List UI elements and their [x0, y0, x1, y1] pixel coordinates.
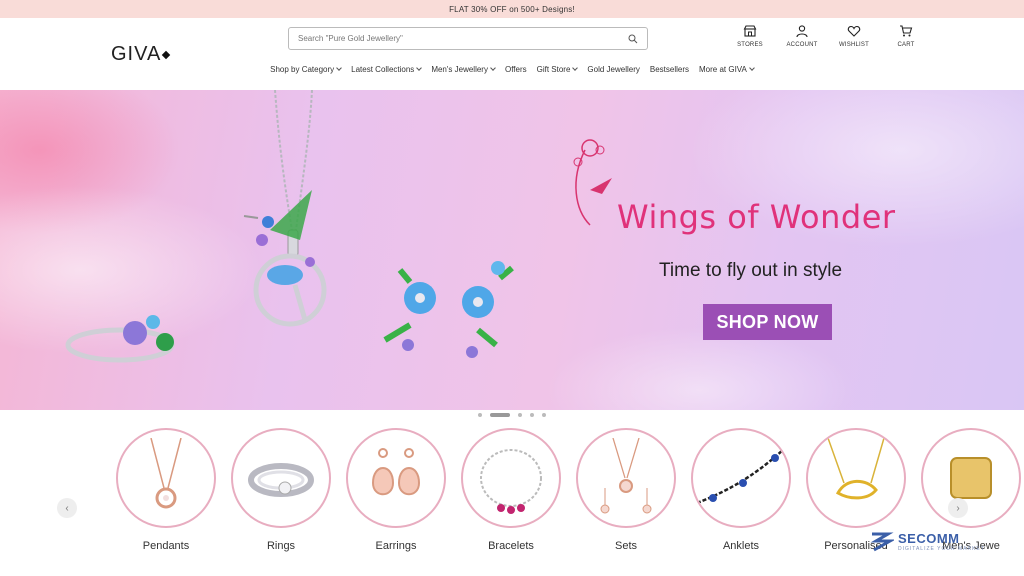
header-icons: STORES ACCOUNT WISHLIST CART	[724, 24, 932, 48]
nav-shop-by-category[interactable]: Shop by Category	[265, 65, 346, 74]
nav-offers[interactable]: Offers	[500, 65, 532, 74]
mens-jewellery-image	[921, 428, 1021, 528]
chevron-down-icon	[336, 65, 342, 71]
carousel-dot[interactable]	[478, 413, 482, 417]
carousel-dot[interactable]	[530, 413, 534, 417]
nav-label: Gold Jewellery	[587, 65, 640, 74]
name-necklace-icon	[827, 438, 885, 500]
brand-name: GIVA	[111, 43, 162, 65]
category-label: Earrings	[375, 540, 417, 552]
nav-more-at-giva[interactable]: More at GIVA	[694, 65, 759, 74]
secomm-logo-icon	[870, 532, 894, 552]
hero-jewellery-illustration	[65, 90, 612, 363]
nav-label: Gift Store	[536, 65, 571, 74]
pendant-icon	[150, 438, 182, 509]
chevron-down-icon	[572, 65, 579, 71]
shop-now-button[interactable]: SHOP NOW	[703, 304, 832, 340]
anklets-image	[691, 428, 791, 528]
nav-bestsellers[interactable]: Bestsellers	[645, 65, 694, 74]
bracelet-icon	[480, 449, 542, 514]
category-label: Rings	[266, 540, 296, 552]
hero-title: Wings of Wonder	[617, 198, 896, 236]
secomm-watermark: SECOMM DIGITALIZE YOUR MARKET	[868, 528, 985, 554]
heart-icon	[847, 25, 861, 37]
search-input[interactable]	[298, 34, 628, 43]
category-anklets[interactable]: Anklets	[691, 428, 791, 552]
earring-icon	[371, 448, 421, 496]
wishlist-label: WISHLIST	[839, 42, 869, 48]
hero-subtitle: Time to fly out in style	[659, 260, 843, 281]
nav-gift-store[interactable]: Gift Store	[532, 65, 583, 74]
pendants-image	[116, 428, 216, 528]
anklet-icon	[696, 447, 786, 505]
ring-icon	[248, 463, 314, 497]
wishlist-link[interactable]: WISHLIST	[828, 24, 880, 48]
nav-label: More at GIVA	[699, 65, 747, 74]
account-label: ACCOUNT	[786, 42, 818, 48]
chevron-right-icon: ›	[956, 502, 960, 514]
chevron-down-icon	[749, 65, 755, 71]
logo-diamond-icon	[162, 50, 171, 59]
main-nav: Shop by Category Latest Collections Men'…	[0, 65, 1024, 74]
carousel-dots	[0, 413, 1024, 417]
category-pendants[interactable]: Pendants	[116, 428, 216, 552]
promo-banner[interactable]: FLAT 30% OFF on 500+ Designs!	[0, 0, 1024, 18]
carousel-dot[interactable]	[518, 413, 522, 417]
category-label: Bracelets	[488, 540, 534, 552]
search-icon[interactable]	[628, 34, 638, 44]
watermark-subtext: DIGITALIZE YOUR MARKET	[898, 545, 985, 552]
nav-label: Men's Jewellery	[431, 65, 488, 74]
personalised-image	[806, 428, 906, 528]
cart-label: CART	[897, 42, 915, 48]
account-link[interactable]: ACCOUNT	[776, 24, 828, 48]
cart-icon	[900, 25, 913, 37]
category-rings[interactable]: Rings	[231, 428, 331, 552]
stores-label: STORES	[737, 42, 763, 48]
stores-link[interactable]: STORES	[724, 24, 776, 48]
carousel-next-button[interactable]: ›	[948, 498, 968, 518]
search-bar	[288, 27, 648, 50]
category-bracelets[interactable]: Bracelets	[461, 428, 561, 552]
nav-label: Shop by Category	[270, 65, 335, 74]
category-label: Pendants	[142, 540, 190, 552]
carousel-prev-button[interactable]: ‹	[57, 498, 77, 518]
nav-label: Bestsellers	[649, 65, 689, 74]
bracelets-image	[461, 428, 561, 528]
category-label: Anklets	[722, 540, 760, 552]
nav-label: Offers	[504, 65, 527, 74]
hero-banner[interactable]: Wings of Wonder Time to fly out in style…	[0, 90, 1024, 410]
cart-link[interactable]: CART	[880, 24, 932, 48]
chevron-down-icon	[490, 65, 496, 71]
category-earrings[interactable]: Earrings	[346, 428, 446, 552]
chevron-down-icon	[416, 65, 423, 71]
rings-image	[231, 428, 331, 528]
nav-gold-jewellery[interactable]: Gold Jewellery	[582, 65, 644, 74]
category-label: Sets	[614, 540, 637, 552]
category-sets[interactable]: Sets	[576, 428, 676, 552]
promo-text: FLAT 30% OFF on 500+ Designs!	[449, 4, 575, 14]
earrings-image	[346, 428, 446, 528]
nav-label: Latest Collections	[351, 65, 415, 74]
nav-latest-collections[interactable]: Latest Collections	[346, 65, 426, 74]
watermark-text: SECOMM	[898, 530, 960, 546]
carousel-dot[interactable]	[542, 413, 546, 417]
chevron-left-icon: ‹	[65, 502, 69, 514]
sets-image	[576, 428, 676, 528]
user-icon	[796, 25, 808, 38]
site-header: GIVA STORES ACCOUNT WISHLIST CART Shop b…	[0, 18, 1024, 90]
store-icon	[743, 25, 757, 37]
giva-logo[interactable]: GIVA	[111, 43, 171, 66]
nav-mens-jewellery[interactable]: Men's Jewellery	[426, 65, 500, 74]
jewellery-set-icon	[600, 438, 652, 514]
carousel-dot-active[interactable]	[490, 413, 510, 417]
